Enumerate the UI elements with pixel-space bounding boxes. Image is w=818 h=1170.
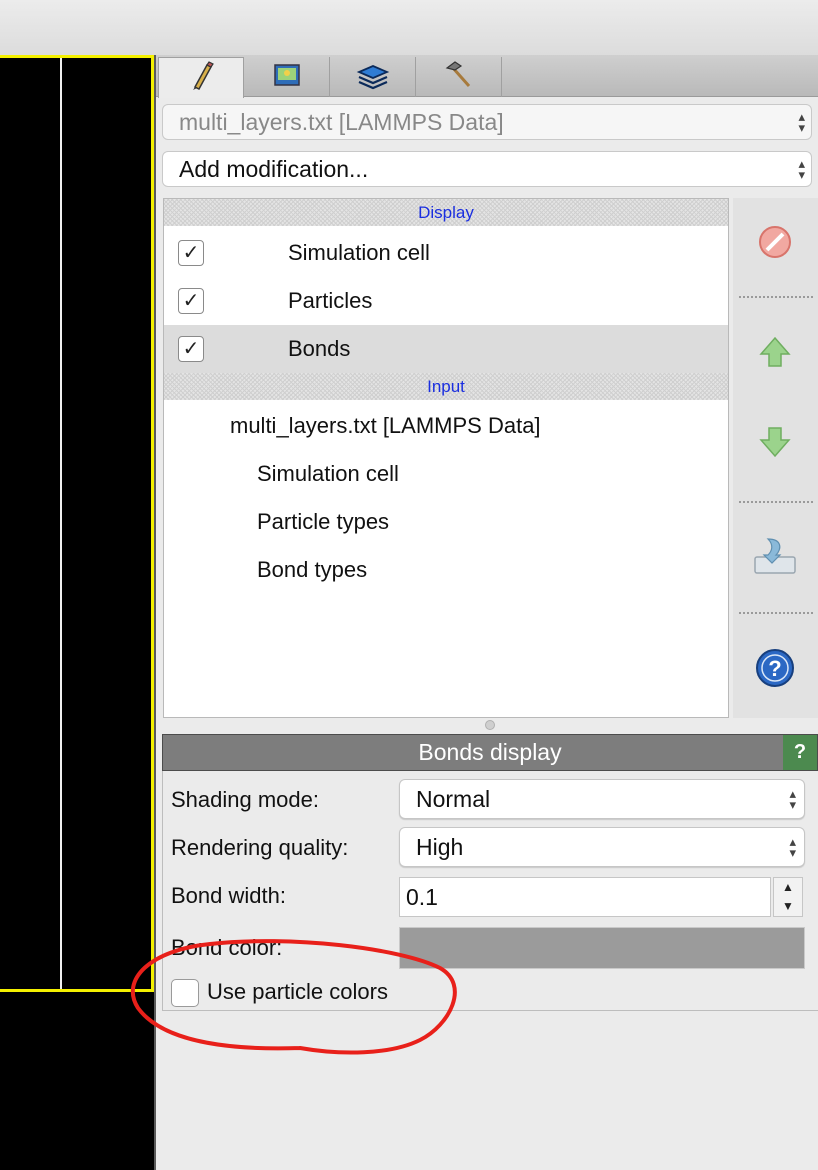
svg-text:?: ? [768, 656, 781, 681]
simulation-cell-edge [60, 58, 62, 989]
active-viewport-frame [0, 55, 154, 992]
bond-width-spinner[interactable]: ▲ ▼ [773, 877, 803, 917]
save-icon [752, 535, 798, 582]
panel-tab-bar [156, 55, 818, 98]
shading-mode-label: Shading mode: [171, 787, 319, 812]
bond-width-label: Bond width: [171, 883, 286, 908]
save-preset-button[interactable] [749, 532, 801, 584]
tab-utilities[interactable] [416, 57, 502, 97]
toolbar-separator [739, 501, 813, 503]
editor-title-bar: Bonds display ? [162, 734, 818, 771]
add-modification-label: Add modification... [179, 155, 369, 182]
delete-icon [757, 224, 793, 265]
pipeline-item-input-simulation-cell[interactable]: Simulation cell [164, 450, 728, 498]
use-particle-colors-label: Use particle colors [207, 979, 388, 1004]
move-down-button[interactable] [749, 418, 801, 470]
pipeline-item-label: Simulation cell [288, 240, 430, 265]
vertical-splitter-handle[interactable] [485, 720, 495, 730]
tab-pipeline[interactable] [158, 57, 244, 98]
toolbar-separator [739, 612, 813, 614]
viewport[interactable] [0, 55, 156, 1170]
bond-color-label: Bond color: [171, 935, 283, 960]
shading-mode-value: Normal [416, 785, 491, 812]
hammer-icon [443, 60, 475, 95]
help-icon: ? [754, 647, 796, 694]
bond-width-value: 0.1 [406, 883, 438, 910]
simulation-cell-checkbox[interactable]: ✓ [178, 240, 204, 266]
tab-overlays[interactable] [330, 57, 416, 97]
use-particle-colors-checkbox[interactable] [171, 979, 199, 1007]
tab-render[interactable] [244, 57, 330, 97]
pipeline-item-bonds[interactable]: ✓ Bonds [164, 325, 728, 373]
image-icon [273, 63, 300, 91]
pipeline-item-label: multi_layers.txt [LAMMPS Data] [230, 413, 541, 438]
pipeline-item-label: Bond types [257, 557, 368, 582]
add-modification-dropdown[interactable]: Add modification... ▴ ▾ [162, 151, 812, 187]
editor-help-button[interactable]: ? [783, 735, 817, 770]
pipeline-item-simulation-cell[interactable]: ✓ Simulation cell [164, 229, 728, 277]
shading-mode-dropdown[interactable]: Normal ▴ ▾ [399, 779, 805, 819]
chevron-updown-icon: ▴ ▾ [798, 156, 805, 182]
pipeline-toolbar: ? [733, 198, 818, 718]
rendering-quality-value: High [416, 833, 464, 860]
bond-width-input[interactable]: 0.1 [399, 877, 771, 917]
chevron-updown-icon: ▴ ▾ [789, 786, 796, 812]
pipeline-item-label: Particle types [257, 509, 390, 534]
bonds-display-editor: Shading mode: Normal ▴ ▾ Rendering qualit… [162, 771, 818, 1011]
bond-color-picker[interactable] [399, 927, 805, 969]
display-section-header: Display [164, 199, 728, 226]
command-panel: multi_layers.txt [LAMMPS Data] ▴ ▾ Add mo… [156, 55, 818, 1170]
editor-title: Bonds display [418, 739, 562, 765]
input-section-header: Input [164, 373, 728, 400]
pipeline-item-input-source[interactable]: multi_layers.txt [LAMMPS Data] [164, 402, 728, 450]
pipeline-item-label: Particles [288, 288, 373, 313]
pipeline-item-particles[interactable]: ✓ Particles [164, 277, 728, 325]
pipeline-list[interactable]: Display ✓ Simulation cell ✓ Particles ✓ … [163, 198, 729, 718]
move-up-button[interactable] [749, 328, 801, 380]
layers-icon [356, 60, 390, 95]
rendering-quality-dropdown[interactable]: High ▴ ▾ [399, 827, 805, 867]
pipeline-item-label: Simulation cell [257, 461, 399, 486]
pipeline-item-bond-types[interactable]: Bond types [164, 546, 728, 594]
move-down-icon [757, 424, 793, 465]
window-titlebar [0, 0, 818, 55]
rendering-quality-label: Rendering quality: [171, 835, 349, 860]
particles-checkbox[interactable]: ✓ [178, 288, 204, 314]
move-up-icon [757, 334, 793, 375]
pipeline-selector[interactable]: multi_layers.txt [LAMMPS Data] ▴ ▾ [162, 104, 812, 140]
toolbar-separator [739, 296, 813, 298]
chevron-updown-icon: ▴ ▾ [798, 109, 805, 135]
bonds-checkbox[interactable]: ✓ [178, 336, 204, 362]
pipeline-selector-value: multi_layers.txt [LAMMPS Data] [179, 108, 504, 135]
delete-button[interactable] [749, 218, 801, 270]
pipeline-item-label: Bonds [288, 336, 351, 361]
pencil-icon [187, 60, 215, 96]
help-button[interactable]: ? [749, 644, 801, 696]
chevron-updown-icon: ▴ ▾ [789, 834, 796, 860]
pipeline-item-particle-types[interactable]: Particle types [164, 498, 728, 546]
